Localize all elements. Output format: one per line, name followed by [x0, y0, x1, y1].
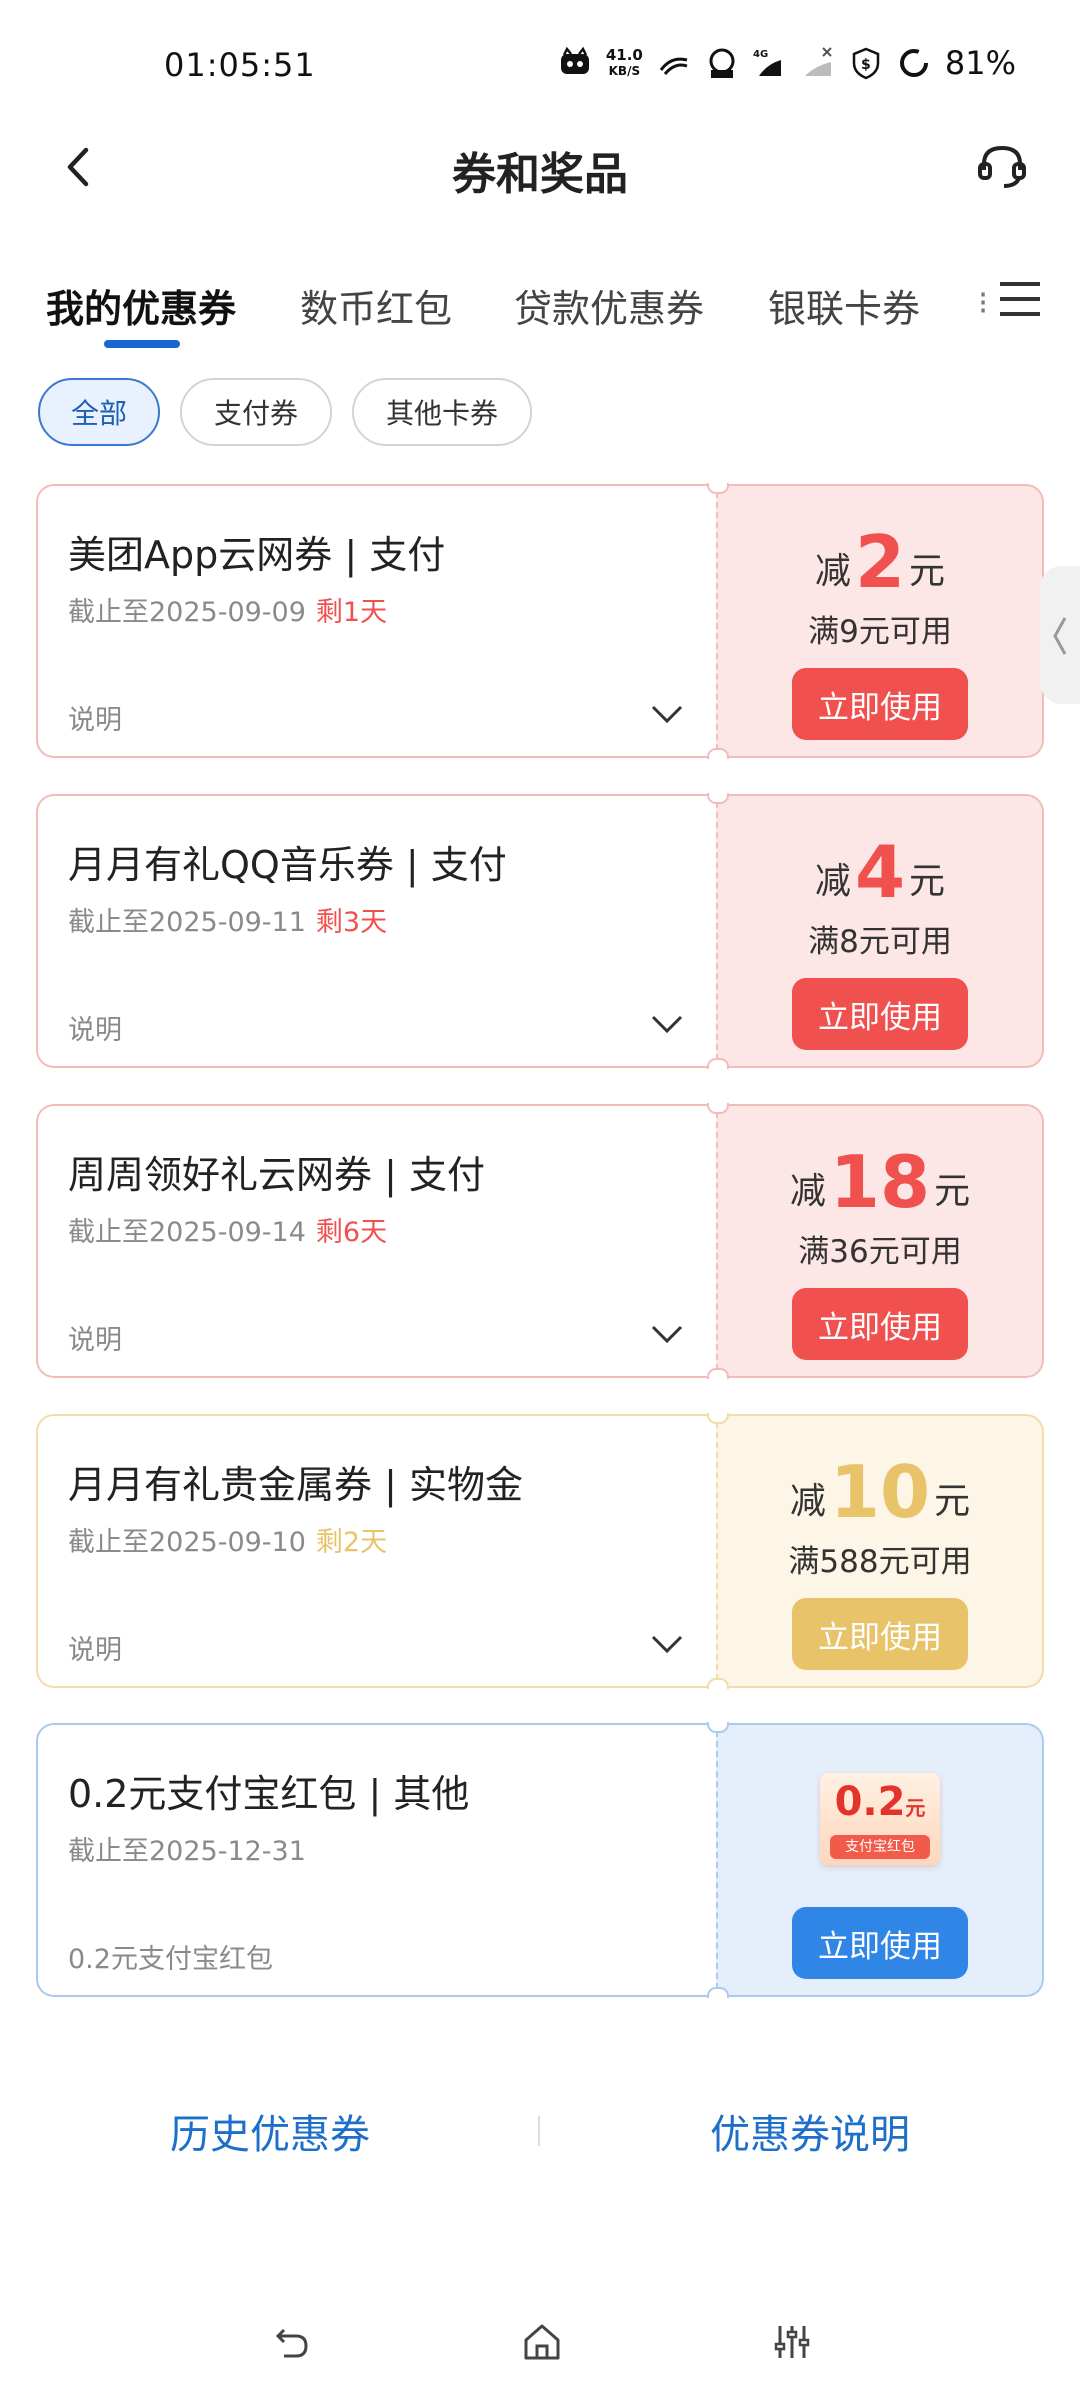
coupon-note: 说明: [68, 1325, 122, 1356]
svg-text:$: $: [861, 57, 871, 73]
coupon-note: 0.2元支付宝红包: [68, 1944, 273, 1975]
coupon-remaining: 剩6天: [315, 1217, 388, 1248]
coupon-note: 说明: [68, 1015, 122, 1046]
filter-all[interactable]: 全部: [38, 378, 160, 446]
coupon-card[interactable]: 月月有礼QQ音乐券 | 支付 截止至2025-09-11 剩3天 说明 减4 元 满…: [36, 793, 1044, 1069]
status-bar: 01:05:51 41.0 KB/S 4G $ 81%: [0, 0, 1080, 136]
coupon-remaining: 剩2天: [315, 1527, 388, 1558]
coupon-condition: 满9元可用: [808, 614, 952, 650]
coupon-title: 美团App云网券 | 支付: [68, 533, 446, 577]
status-time: 01:05:51: [164, 46, 316, 84]
customer-service-icon[interactable]: [972, 136, 1032, 196]
coupon-expiry: 截止至2025-09-09 剩1天: [68, 597, 388, 628]
coupon-remaining: 剩3天: [315, 907, 388, 938]
home-nav-icon[interactable]: [520, 2320, 564, 2364]
tab-digital-red-packet[interactable]: 数币红包: [300, 278, 452, 333]
tab-active-indicator: [104, 340, 180, 348]
chevron-down-icon[interactable]: [650, 702, 684, 726]
battery-level: 81%: [944, 44, 1016, 82]
coupon-condition: 满8元可用: [808, 924, 952, 960]
coupon-value-panel: 减18 元 满36元可用 立即使用: [716, 1104, 1044, 1378]
side-drawer-handle[interactable]: [1040, 566, 1080, 704]
filter-payment[interactable]: 支付券: [180, 378, 332, 446]
coupon-title: 月月有礼QQ音乐券 | 支付: [68, 843, 507, 887]
coupon-info: 月月有礼贵金属券 | 实物金 截止至2025-09-10 剩2天 说明: [36, 1414, 716, 1688]
coupon-card[interactable]: 月月有礼贵金属券 | 实物金 截止至2025-09-10 剩2天 说明 减10 元 …: [36, 1413, 1044, 1689]
header: 券和奖品: [0, 120, 1080, 212]
app-notification-icon: [560, 46, 589, 74]
tab-unionpay-coupons[interactable]: 银联卡券: [768, 278, 920, 333]
coupon-expiry: 截止至2025-12-31: [68, 1836, 306, 1867]
coupon-card[interactable]: 0.2元支付宝红包 | 其他 截止至2025-12-31 0.2元支付宝红包 0…: [36, 1722, 1044, 1998]
page-title: 券和奖品: [452, 149, 628, 200]
tab-loan-coupons[interactable]: 贷款优惠券: [514, 278, 704, 333]
coupon-info: 0.2元支付宝红包 | 其他 截止至2025-12-31 0.2元支付宝红包: [36, 1723, 716, 1997]
signal-4g-icon: 4G: [753, 49, 781, 76]
system-nav-bar: [0, 2310, 1080, 2380]
filter-chips: 全部 支付券 其他卡券: [38, 378, 532, 446]
coupon-value-panel: 减10 元 满588元可用 立即使用: [716, 1414, 1044, 1688]
coupon-value-panel: 减2 元 满9元可用 立即使用: [716, 484, 1044, 758]
coupon-note: 说明: [68, 705, 122, 736]
coupon-expiry: 截止至2025-09-11 剩3天: [68, 907, 388, 938]
coupon-divider: [716, 1731, 718, 1989]
coupon-card[interactable]: 美团App云网券 | 支付 截止至2025-09-09 剩1天 说明 减2 元 满9…: [36, 483, 1044, 759]
filter-other-cards[interactable]: 其他卡券: [352, 378, 532, 446]
alipay-red-packet-badge: 0.2元 支付宝红包: [820, 1773, 940, 1865]
red-packet-amount: 0.2元: [834, 1779, 926, 1825]
history-coupons-link[interactable]: 历史优惠券: [170, 2102, 370, 2160]
network-speed: 41.0 KB/S: [605, 46, 643, 78]
use-now-button[interactable]: 立即使用: [792, 668, 968, 740]
recents-nav-icon[interactable]: [770, 2320, 814, 2364]
footer-divider: [538, 2116, 540, 2146]
chevron-down-icon[interactable]: [650, 1322, 684, 1346]
battery-ring-icon: [899, 49, 928, 77]
footer-links: 历史优惠券 优惠券说明: [0, 2092, 1080, 2172]
coupon-explanation-link[interactable]: 优惠券说明: [710, 2102, 910, 2160]
coupon-info: 美团App云网券 | 支付 截止至2025-09-09 剩1天 说明: [36, 484, 716, 758]
red-packet-label: 支付宝红包: [830, 1835, 930, 1859]
svg-text:4G: 4G: [753, 49, 768, 60]
back-nav-icon[interactable]: [270, 2320, 314, 2364]
coupon-title: 月月有礼贵金属券 | 实物金: [68, 1463, 523, 1507]
coupon-value-panel: 减4 元 满8元可用 立即使用: [716, 794, 1044, 1068]
use-now-button[interactable]: 立即使用: [792, 1907, 968, 1979]
coupon-info: 周周领好礼云网券 | 支付 截止至2025-09-14 剩6天 说明: [36, 1104, 716, 1378]
coupon-remaining: 剩1天: [315, 597, 388, 628]
tab-my-coupons[interactable]: 我的优惠券: [46, 278, 236, 333]
coupon-note: 说明: [68, 1635, 122, 1666]
tab-overflow: ⁝: [978, 284, 989, 322]
use-now-button[interactable]: 立即使用: [792, 1288, 968, 1360]
use-now-button[interactable]: 立即使用: [792, 978, 968, 1050]
coupon-condition: 满588元可用: [788, 1544, 972, 1580]
coupon-expiry: 截止至2025-09-14 剩6天: [68, 1217, 388, 1248]
coupon-divider: [716, 1422, 718, 1680]
hd-call-icon: [709, 48, 735, 78]
chevron-down-icon[interactable]: [650, 1012, 684, 1036]
status-icons: 41.0 KB/S 4G $ 81%: [558, 44, 1016, 82]
signal-off-icon: [804, 47, 832, 76]
shield-icon: $: [852, 47, 880, 80]
tab-menu-icon[interactable]: [1000, 276, 1040, 322]
use-now-button[interactable]: 立即使用: [792, 1598, 968, 1670]
coupon-amount: 减4 元: [814, 830, 946, 914]
coupon-value-panel: 0.2元 支付宝红包 立即使用: [716, 1723, 1044, 1997]
coupon-divider: [716, 492, 718, 750]
coupon-card[interactable]: 周周领好礼云网券 | 支付 截止至2025-09-14 剩6天 说明 减18 元 满…: [36, 1103, 1044, 1379]
chevron-left-icon: [1053, 617, 1067, 655]
chevron-down-icon[interactable]: [650, 1632, 684, 1656]
coupon-info: 月月有礼QQ音乐券 | 支付 截止至2025-09-11 剩3天 说明: [36, 794, 716, 1068]
coupon-amount: 减18 元: [789, 1140, 971, 1224]
coupon-condition: 满36元可用: [798, 1234, 962, 1270]
nfc-icon: [659, 57, 688, 75]
category-tabs: 我的优惠券 数币红包 贷款优惠券 银联卡券 ⁝: [0, 270, 1080, 356]
coupon-expiry: 截止至2025-09-10 剩2天: [68, 1527, 388, 1558]
coupon-title: 0.2元支付宝红包 | 其他: [68, 1772, 470, 1816]
coupon-amount: 减2 元: [814, 520, 946, 604]
coupon-divider: [716, 802, 718, 1060]
coupon-title: 周周领好礼云网券 | 支付: [68, 1153, 485, 1197]
coupon-amount: 减10 元: [789, 1450, 971, 1534]
coupon-divider: [716, 1112, 718, 1370]
